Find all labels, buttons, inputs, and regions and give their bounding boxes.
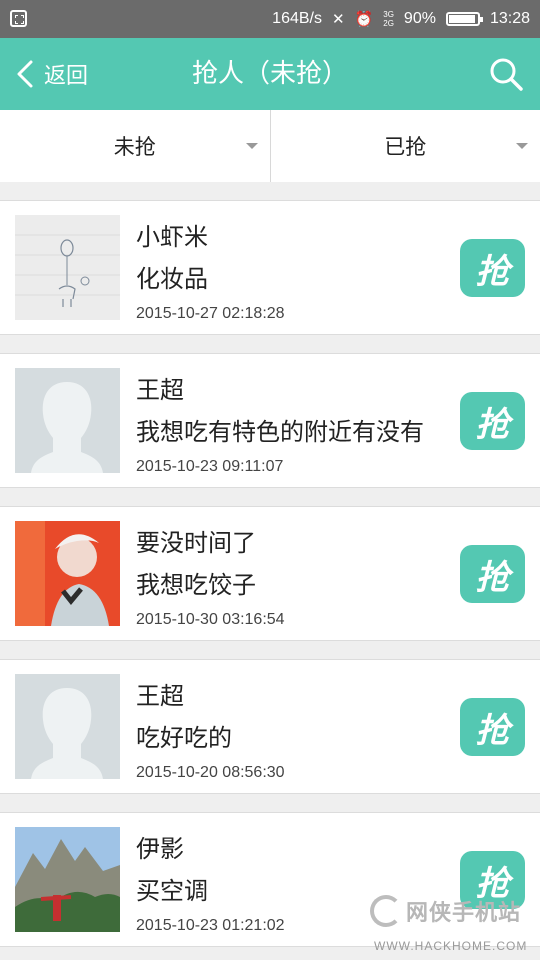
watermark-brand: 网侠手机站 — [406, 901, 522, 926]
item-time: 2015-10-23 09:11:07 — [136, 458, 284, 475]
watermark-url: WWW.HACKHOME.COM — [374, 939, 528, 953]
tab-grabbed[interactable]: 已抢 — [269, 110, 540, 182]
avatar — [15, 674, 120, 779]
request-list: 小虾米 化妆品 2015-10-27 02:18:28 抢 王超 我想吃有特色的… — [0, 182, 540, 947]
list-item[interactable]: 王超 我想吃有特色的附近有没有 2015-10-23 09:11:07 抢 — [0, 353, 540, 488]
network-type-icon: 3G 2G — [383, 10, 394, 28]
grab-button[interactable]: 抢 — [460, 239, 525, 297]
item-name: 王超 — [136, 682, 184, 710]
item-name: 王超 — [136, 376, 184, 404]
grab-button[interactable]: 抢 — [460, 392, 525, 450]
item-time: 2015-10-23 01:21:02 — [136, 917, 285, 934]
item-name: 伊影 — [136, 835, 184, 863]
clock: 13:28 — [489, 10, 530, 27]
item-time: 2015-10-30 03:16:54 — [136, 611, 285, 628]
tab-label: 已抢 — [384, 135, 427, 159]
dropdown-caret-icon — [245, 143, 258, 149]
item-time: 2015-10-20 08:56:30 — [136, 764, 285, 781]
back-label: 返回 — [44, 64, 89, 89]
chevron-left-icon — [17, 60, 33, 88]
grab-button[interactable]: 抢 — [460, 698, 525, 756]
brand-logo-icon — [370, 895, 402, 927]
item-name: 小虾米 — [136, 223, 208, 251]
item-time: 2015-10-27 02:18:28 — [136, 305, 285, 322]
list-item[interactable]: 王超 吃好吃的 2015-10-20 08:56:30 抢 — [0, 659, 540, 794]
watermark: 网侠手机站 WWW.HACKHOME.COM — [370, 895, 538, 957]
alarm-icon: ⏰ — [354, 11, 374, 28]
search-icon[interactable] — [488, 56, 524, 92]
dropdown-caret-icon — [516, 143, 528, 149]
signal-off-icon: ✕ — [331, 11, 345, 28]
avatar — [15, 368, 120, 473]
app-header: 返回 抢人（未抢） — [0, 38, 540, 110]
back-button[interactable]: 返回 — [14, 38, 88, 110]
battery-icon — [445, 12, 483, 26]
avatar — [15, 827, 120, 932]
list-item[interactable]: 要没时间了 我想吃饺子 2015-10-30 03:16:54 抢 — [0, 506, 540, 641]
list-item[interactable]: 小虾米 化妆品 2015-10-27 02:18:28 抢 — [0, 200, 540, 335]
item-name: 要没时间了 — [136, 529, 256, 557]
tab-not-grabbed[interactable]: 未抢 — [0, 110, 270, 182]
status-bar: 164B/s ✕ ⏰ 3G 2G 90% 13:28 — [0, 0, 540, 38]
tab-label: 未抢 — [113, 135, 156, 159]
filter-tabs: 未抢 已抢 — [0, 110, 540, 182]
grab-button[interactable]: 抢 — [460, 545, 525, 603]
battery-percent: 90% — [403, 10, 436, 27]
avatar — [15, 521, 120, 626]
network-speed: 164B/s — [272, 10, 322, 27]
screenshot-icon — [10, 10, 27, 27]
avatar — [15, 215, 120, 320]
